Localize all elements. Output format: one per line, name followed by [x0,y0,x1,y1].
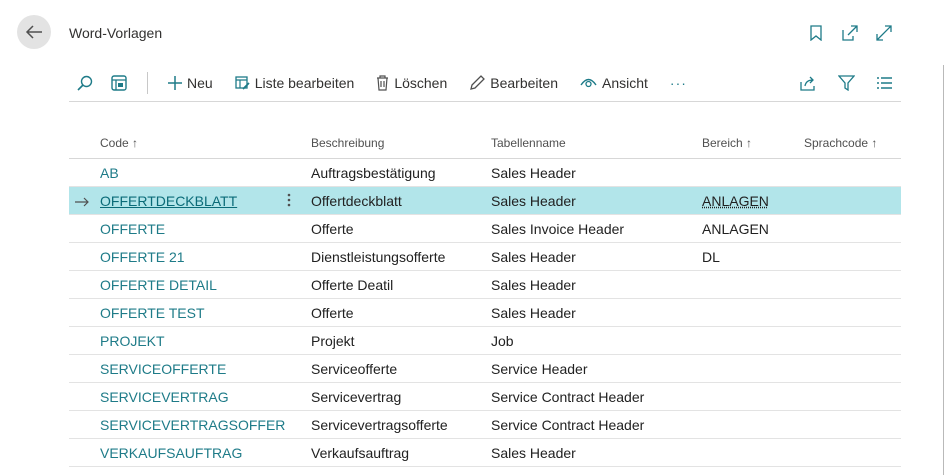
cell-tabellenname: Service Contract Header [491,417,645,433]
arrow-left-icon [25,25,42,39]
cell-beschreibung: Servicevertrag [311,389,402,405]
column-header-sprachcode[interactable]: Sprachcode ↑ [804,136,877,150]
search-button[interactable] [77,75,93,91]
list-view-icon[interactable] [875,74,893,92]
new-button[interactable]: Neu [168,75,213,91]
cell-code[interactable]: SERVICEVERTRAGSOFFER [100,417,285,433]
page-header: Word-Vorlagen [0,0,944,65]
cell-bereich: ANLAGEN [702,221,769,237]
cell-beschreibung: Offerte [311,305,354,321]
column-header-beschreibung[interactable]: Beschreibung [311,136,384,150]
cell-beschreibung: Offerte Deatil [311,277,394,293]
cell-code[interactable]: AB [100,165,119,181]
cell-beschreibung: Auftragsbestätigung [311,165,436,181]
cell-beschreibung: Servicevertragsofferte [311,417,448,433]
cell-code[interactable]: OFFERTE TEST [100,305,205,321]
table-row[interactable]: OFFERTE Offerte Sales Invoice Header ANLAGE… [69,215,901,243]
filter-icon[interactable] [837,74,855,92]
column-header-tabellenname[interactable]: Tabellenname [491,136,566,150]
cell-bereich: DL [702,249,720,265]
table-row[interactable]: SERVICEVERTRAGSOFFER Servicevertragsoffer… [69,411,901,439]
cell-code[interactable]: SERVICEOFFERTE [100,361,226,377]
cell-code[interactable]: OFFERTE 21 [100,249,185,265]
cell-tabellenname: Sales Header [491,445,576,461]
plus-icon [168,76,182,90]
cell-code[interactable]: OFFERTE DETAIL [100,277,217,293]
edit-list-icon [235,76,250,90]
share-icon[interactable] [799,74,817,92]
more-options-button[interactable]: ··· [670,75,687,91]
edit-list-label: Liste bearbeiten [254,75,355,91]
cell-beschreibung: Serviceofferte [311,361,398,377]
cell-code[interactable]: VERKAUFSAUFTRAG [100,445,242,461]
cell-beschreibung: Offertdeckblatt [311,193,402,209]
cell-beschreibung: Offerte [311,221,354,237]
delete-button[interactable]: Löschen [376,75,447,91]
table-row[interactable]: SERVICEOFFERTE Serviceofferte Service Head… [69,355,901,383]
cell-tabellenname: Sales Header [491,305,576,321]
eye-icon [580,78,597,88]
list-page: Neu Liste bearbeiten Löschen Bearbeiten … [0,65,944,475]
cell-tabellenname: Sales Header [491,193,576,209]
action-bar: Neu Liste bearbeiten Löschen Bearbeiten … [69,65,901,102]
cell-beschreibung: Projekt [311,333,355,349]
word-templates-table: Code ↑ Beschreibung Tabellenname Bereich… [69,131,901,467]
cell-tabellenname: Sales Header [491,249,576,265]
open-new-window-icon[interactable] [840,24,860,42]
table-row[interactable]: OFFERTE TEST Offerte Sales Header [69,299,901,327]
cell-code[interactable]: PROJEKT [100,333,165,349]
table-icon [111,75,127,91]
cell-code[interactable]: SERVICEVERTRAG [100,389,229,405]
toolbar-divider [147,72,148,94]
cell-tabellenname: Sales Invoice Header [491,221,625,237]
search-icon [77,75,93,91]
bookmark-icon[interactable] [806,24,826,42]
page-title: Word-Vorlagen [69,25,163,41]
delete-label: Löschen [394,75,448,91]
table-row[interactable]: VERKAUFSAUFTRAG Verkaufsauftrag Sales Head… [69,439,901,467]
edit-label: Bearbeiten [490,75,558,91]
view-label: Ansicht [601,75,648,91]
table-row[interactable]: OFFERTE DETAIL Offerte Deatil Sales Header [69,271,901,299]
table-header: Code ↑ Beschreibung Tabellenname Bereich… [69,131,901,159]
cell-beschreibung: Dienstleistungsofferte [311,249,446,265]
edit-list-button[interactable]: Liste bearbeiten [235,75,355,91]
cell-bereich[interactable]: ANLAGEN [702,193,769,209]
cell-beschreibung: Verkaufsauftrag [311,445,410,461]
column-header-bereich[interactable]: Bereich ↑ [702,136,752,150]
cell-code[interactable]: OFFERTE [100,221,165,237]
trash-icon [377,75,389,91]
expand-icon[interactable] [874,24,894,42]
back-button[interactable] [17,15,51,49]
row-actions-icon[interactable] [287,192,291,211]
table-row[interactable]: PROJEKT Projekt Job [69,327,901,355]
new-button-label: Neu [187,75,213,91]
cell-tabellenname: Sales Header [491,277,576,293]
column-header-code[interactable]: Code ↑ [100,136,138,150]
cell-tabellenname: Sales Header [491,165,576,181]
table-row[interactable]: SERVICEVERTRAG Servicevertrag Service Cont… [69,383,901,411]
view-button[interactable]: Ansicht [580,75,648,91]
pencil-icon [470,75,486,90]
cell-tabellenname: Job [491,333,514,349]
table-row[interactable]: AB Auftragsbestätigung Sales Header [69,159,901,187]
cell-tabellenname: Service Header [491,361,588,377]
cell-code[interactable]: OFFERTDECKBLATT [100,193,237,209]
analysis-mode-button[interactable] [111,75,127,91]
cell-tabellenname: Service Contract Header [491,389,645,405]
table-row[interactable]: OFFERTDECKBLATT Offertdeckblatt Sales Head… [69,187,901,215]
table-row[interactable]: OFFERTE 21 Dienstleistungsofferte Sales He… [69,243,901,271]
edit-button[interactable]: Bearbeiten [469,75,558,91]
row-indicator-arrow-icon [75,194,89,210]
